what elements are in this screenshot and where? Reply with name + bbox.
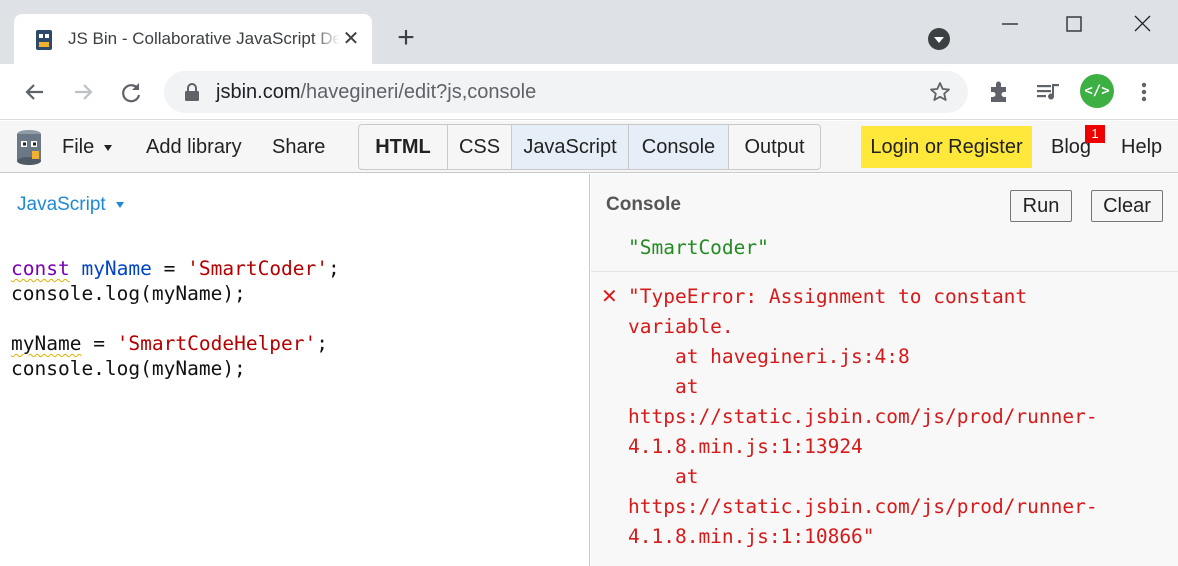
new-tab-icon[interactable]: + [392, 23, 420, 53]
url-path: /havegineri/edit?js,console [300, 81, 537, 103]
maximize-icon[interactable] [1054, 10, 1094, 38]
code-area[interactable]: const myName = 'SmartCoder'; console.log… [11, 256, 340, 381]
code-token-operator: = [151, 257, 188, 280]
help-link[interactable]: Help [1121, 136, 1162, 159]
console-title: Console [606, 194, 681, 215]
code-token-variable: myName [81, 257, 152, 280]
url-host: jsbin.com [216, 81, 301, 103]
file-menu[interactable]: File [62, 136, 113, 159]
add-library-button[interactable]: Add library [146, 136, 242, 159]
browser-toolbar: jsbin.com/havegineri/edit?js,console </> [0, 64, 1178, 120]
share-button[interactable]: Share [272, 136, 325, 159]
jsbin-logo-icon[interactable] [14, 129, 44, 165]
console-error-output: "TypeError: Assignment to constant varia… [628, 285, 1098, 548]
minimize-icon[interactable] [990, 10, 1030, 38]
file-menu-label: File [62, 136, 95, 158]
panel-tab-output[interactable]: Output [728, 125, 820, 169]
code-line: console.log(myName); [11, 357, 246, 380]
code-token-keyword: const [11, 257, 70, 280]
editor-language-selector[interactable]: JavaScript [17, 194, 124, 216]
forward-icon[interactable] [69, 78, 97, 106]
code-token-punct: ; [316, 332, 329, 355]
window-close-icon[interactable] [1122, 10, 1162, 38]
puzzle-icon[interactable] [986, 78, 1014, 106]
code-token-punct: ; [328, 257, 340, 280]
code-token-operator: = [81, 332, 117, 355]
panel-tab-css[interactable]: CSS [447, 125, 511, 169]
console-panel: Console Run Clear "SmartCoder" ✕ "TypeEr… [591, 174, 1178, 566]
browser-tab-strip: JS Bin - Collaborative JavaScript Debugg… [0, 0, 1178, 64]
tab-search-icon[interactable] [928, 28, 950, 50]
run-button[interactable]: Run [1010, 190, 1072, 222]
caret-down-icon [115, 201, 124, 208]
media-icon[interactable] [1034, 78, 1062, 106]
extension-code-icon[interactable]: </> [1080, 74, 1114, 108]
back-icon[interactable] [21, 78, 49, 106]
console-log-output: "SmartCoder" [628, 236, 769, 259]
javascript-editor-panel[interactable]: JavaScript const myName = 'SmartCoder'; … [0, 174, 590, 566]
code-token-string: 'SmartCoder' [187, 257, 329, 280]
console-divider [591, 271, 1178, 272]
tab-title: JS Bin - Collaborative JavaScript Debugg… [68, 29, 340, 48]
blog-notification-badge: 1 [1085, 125, 1105, 143]
code-token-string: 'SmartCodeHelper' [116, 332, 317, 355]
code-line: console.log(myName); [11, 282, 246, 305]
browser-tab[interactable]: JS Bin - Collaborative JavaScript Debugg… [14, 14, 372, 64]
code-token-variable: myName [11, 332, 82, 355]
jsbin-toolbar: File Add library Share HTML CSS JavaScri… [0, 121, 1178, 173]
url-text: jsbin.com/havegineri/edit?js,console [216, 81, 536, 104]
error-icon: ✕ [601, 286, 618, 308]
address-bar[interactable]: jsbin.com/havegineri/edit?js,console [164, 71, 968, 113]
lock-icon[interactable] [184, 83, 200, 101]
panel-tab-console[interactable]: Console [628, 125, 728, 169]
panel-tab-html[interactable]: HTML [359, 125, 447, 169]
clear-button[interactable]: Clear [1091, 190, 1163, 222]
editor-language-label: JavaScript [17, 194, 106, 215]
reload-icon[interactable] [117, 78, 145, 106]
kebab-icon[interactable] [1134, 78, 1154, 106]
star-icon[interactable] [928, 80, 952, 104]
panel-toggle-group: HTML CSS JavaScript Console Output [358, 124, 821, 170]
login-register-button[interactable]: Login or Register [861, 126, 1032, 168]
jsbin-favicon-icon [36, 30, 52, 50]
caret-down-icon [104, 144, 113, 151]
tab-close-icon[interactable]: ✕ [340, 28, 362, 50]
panel-tab-javascript[interactable]: JavaScript [511, 125, 628, 169]
